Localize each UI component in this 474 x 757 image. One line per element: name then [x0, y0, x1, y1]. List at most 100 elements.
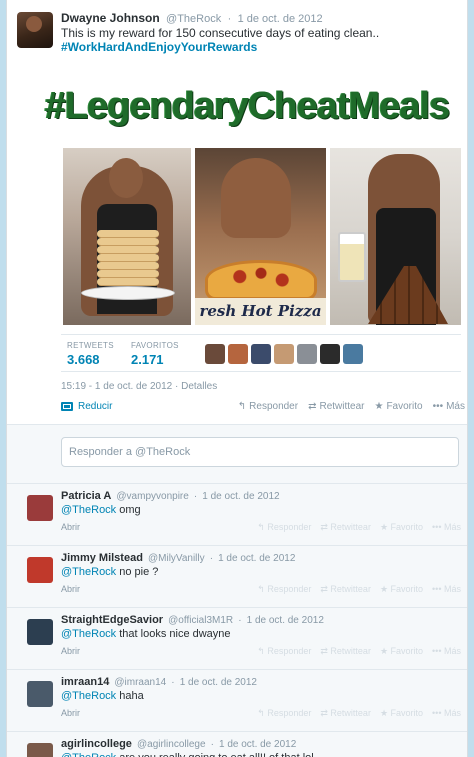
- star-icon: ★: [379, 522, 391, 532]
- more-dots-icon: •••: [432, 522, 444, 532]
- cheat-meals-banner: #LegendaryCheatMeals: [44, 84, 451, 127]
- reply-avatar[interactable]: [27, 619, 53, 645]
- reply-mention[interactable]: @TheRock: [61, 566, 116, 578]
- reply-author-name[interactable]: imraan14: [61, 676, 109, 688]
- favoriter-avatar[interactable]: [343, 344, 363, 364]
- pancake: [97, 238, 159, 246]
- tweet-date[interactable]: 1 de oct. de 2012: [238, 13, 323, 25]
- reply-input[interactable]: Responder a @TheRock: [61, 437, 459, 467]
- reply-date[interactable]: 1 de oct. de 2012: [202, 491, 279, 502]
- reply-favorite-button[interactable]: ★ Favorito: [380, 584, 423, 595]
- reply-icon: ↰: [257, 522, 268, 532]
- reply-more-button[interactable]: ••• Más: [432, 646, 461, 657]
- reply-author-name[interactable]: Patricia A: [61, 490, 111, 502]
- reply-retweet-button[interactable]: ⇄ Retwittear: [320, 522, 371, 533]
- reply-open-link[interactable]: Abrir: [61, 584, 80, 594]
- pancake: [97, 254, 159, 262]
- retweets-stat[interactable]: RETWEETS 3.668: [67, 341, 114, 367]
- reply-date[interactable]: 1 de oct. de 2012: [247, 615, 324, 626]
- reply-retweet-button[interactable]: ⇄ Retwittear: [320, 708, 371, 719]
- reply-more-button[interactable]: ••• Más: [432, 708, 461, 719]
- reply-reply-button[interactable]: ↰ Responder: [257, 708, 311, 719]
- reply-date[interactable]: 1 de oct. de 2012: [219, 739, 296, 750]
- reply-reply-button[interactable]: ↰ Responder: [257, 646, 311, 657]
- reply-mention[interactable]: @TheRock: [61, 752, 116, 757]
- more-label: Más: [446, 401, 465, 412]
- reply-tweet[interactable]: Patricia A @vampyvonpire · 1 de oct. de …: [7, 484, 467, 546]
- reply-reply-button[interactable]: ↰ Responder: [257, 584, 311, 595]
- reply-more-button[interactable]: ••• Más: [432, 522, 461, 533]
- tweet-hashtag[interactable]: #WorkHardAndEnjoyYourRewards: [61, 40, 379, 54]
- reply-date[interactable]: 1 de oct. de 2012: [218, 553, 295, 564]
- reply-open-link[interactable]: Abrir: [61, 708, 80, 718]
- reply-mention[interactable]: @TheRock: [61, 504, 116, 516]
- favorites-stat[interactable]: FAVORITOS 2.171: [131, 341, 179, 367]
- reply-author-name[interactable]: StraightEdgeSavior: [61, 614, 163, 626]
- reply-avatar[interactable]: [27, 681, 53, 707]
- reply-favorite-button[interactable]: ★ Favorito: [380, 646, 423, 657]
- reply-favorite-label: Favorito: [390, 708, 424, 718]
- reply-author-handle[interactable]: @MilyVanilly: [148, 553, 205, 564]
- photo-collage[interactable]: resh Hot Pizza: [63, 148, 461, 325]
- reply-open-link[interactable]: Abrir: [61, 646, 80, 656]
- beer-mug: [338, 232, 366, 282]
- favoriter-avatar[interactable]: [297, 344, 317, 364]
- retweet-button[interactable]: ⇄ Retwittear: [308, 401, 364, 412]
- reply-more-label: Más: [443, 708, 461, 718]
- brownies-photo: [330, 148, 461, 325]
- reply-avatar[interactable]: [27, 743, 53, 757]
- reply-reply-button[interactable]: ↰ Responder: [257, 522, 311, 533]
- reply-reply-label: Responder: [267, 646, 312, 656]
- reply-author-handle[interactable]: @vampyvonpire: [116, 491, 188, 502]
- plate: [81, 286, 175, 300]
- pizza-box-caption: resh Hot Pizza: [199, 302, 322, 320]
- reply-avatar[interactable]: [27, 557, 53, 583]
- star-icon: ★: [374, 400, 384, 412]
- reply-tweet[interactable]: StraightEdgeSavior @official3M1R · 1 de …: [7, 608, 467, 670]
- timestamp-text: 15:19 - 1 de oct. de 2012: [61, 381, 173, 392]
- reply-tweet[interactable]: agirlincollege @agirlincollege · 1 de oc…: [7, 732, 467, 757]
- favorite-button[interactable]: ★ Favorito: [374, 401, 422, 412]
- collapse-icon: [61, 402, 73, 411]
- dot-separator: ·: [227, 13, 232, 25]
- reply-reply-label: Responder: [267, 584, 312, 594]
- reply-avatar[interactable]: [27, 495, 53, 521]
- more-dots-icon: •••: [432, 708, 444, 718]
- reply-mention[interactable]: @TheRock: [61, 628, 116, 640]
- favoriter-avatar[interactable]: [228, 344, 248, 364]
- favoriter-avatars: [205, 344, 363, 364]
- reply-composer: Responder a @TheRock: [7, 424, 467, 484]
- reply-author-name[interactable]: agirlincollege: [61, 738, 132, 750]
- favoriter-avatar[interactable]: [274, 344, 294, 364]
- pizza-photo: resh Hot Pizza: [195, 148, 326, 325]
- tweet-text: This is my reward for 150 consecutive da…: [61, 26, 379, 54]
- reply-author-handle[interactable]: @agirlincollege: [137, 739, 206, 750]
- reply-author-name[interactable]: Jimmy Milstead: [61, 552, 143, 564]
- reply-date[interactable]: 1 de oct. de 2012: [180, 677, 257, 688]
- author-name[interactable]: Dwayne Johnson: [61, 11, 160, 25]
- author-avatar[interactable]: [17, 12, 53, 48]
- author-handle[interactable]: @TheRock: [166, 13, 221, 25]
- tweet-body: This is my reward for 150 consecutive da…: [61, 26, 380, 40]
- reply-more-button[interactable]: ••• Más: [432, 584, 461, 595]
- reply-tweet[interactable]: imraan14 @imraan14 · 1 de oct. de 2012 @…: [7, 670, 467, 732]
- reply-retweet-button[interactable]: ⇄ Retwittear: [320, 646, 371, 657]
- reply-author-handle[interactable]: @imraan14: [114, 677, 166, 688]
- reply-button[interactable]: ↰ Responder: [238, 401, 298, 412]
- collapse-button[interactable]: Reducir: [61, 401, 112, 412]
- favoriter-avatar[interactable]: [205, 344, 225, 364]
- reply-open-link[interactable]: Abrir: [61, 522, 80, 532]
- reply-retweet-button[interactable]: ⇄ Retwittear: [320, 584, 371, 595]
- more-button[interactable]: ••• Más: [433, 401, 465, 412]
- reply-tweet[interactable]: Jimmy Milstead @MilyVanilly · 1 de oct. …: [7, 546, 467, 608]
- reply-body: that looks nice dwayne: [116, 628, 231, 640]
- reply-mention[interactable]: @TheRock: [61, 690, 116, 702]
- pancake: [97, 262, 159, 270]
- favoriter-avatar[interactable]: [320, 344, 340, 364]
- reply-favorite-button[interactable]: ★ Favorito: [380, 522, 423, 533]
- reply-favorite-button[interactable]: ★ Favorito: [380, 708, 423, 719]
- favoriter-avatar[interactable]: [251, 344, 271, 364]
- reply-author-handle[interactable]: @official3M1R: [168, 615, 233, 626]
- details-link[interactable]: Detalles: [181, 381, 217, 392]
- man-head: [109, 158, 143, 198]
